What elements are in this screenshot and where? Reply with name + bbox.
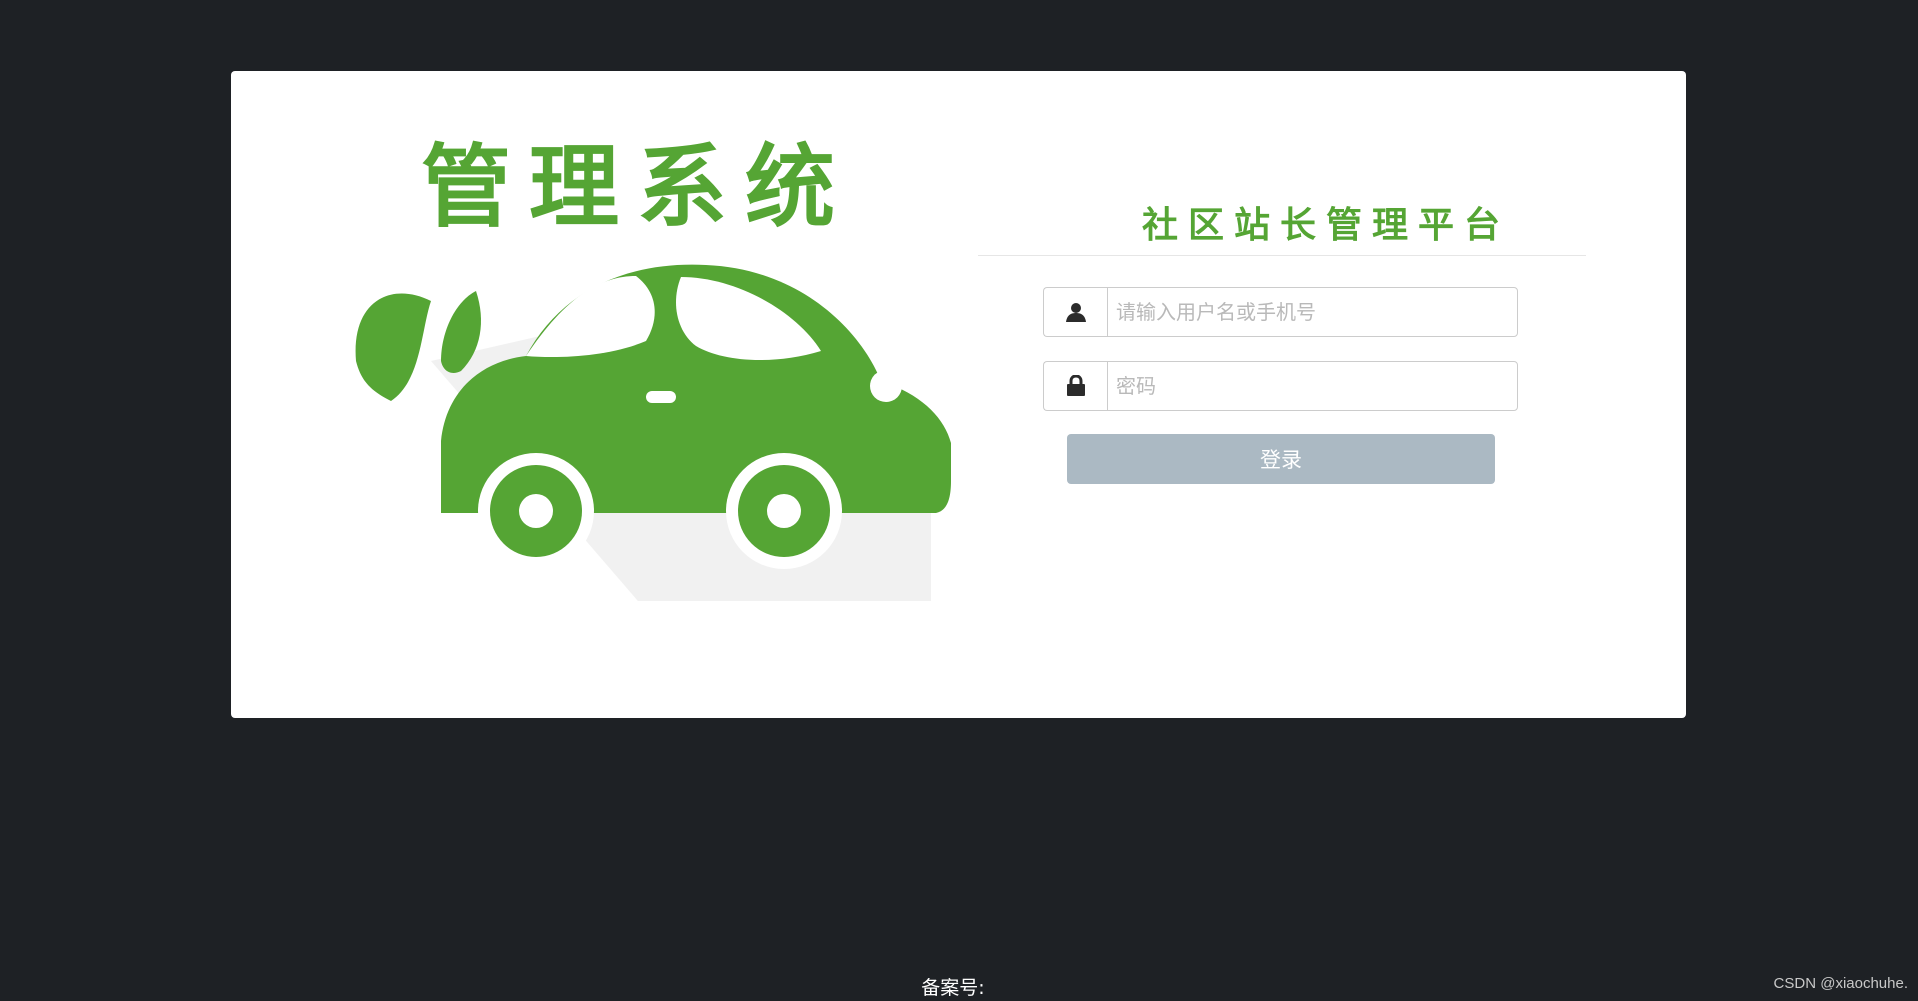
page: 管理系统 社区站长管理平台 请输入用户名或手机号 登录 备案号: CSDN @x…	[0, 0, 1918, 1001]
car-headlight	[870, 370, 902, 402]
car-wheel-rear-hub	[519, 494, 553, 528]
logo-title: 管理系统	[421, 135, 853, 240]
username-input-group	[1043, 287, 1518, 337]
username-input[interactable]	[1107, 287, 1518, 337]
login-button[interactable]: 登录	[1067, 434, 1495, 484]
login-card: 管理系统 社区站长管理平台 请输入用户名或手机号 登录	[231, 71, 1686, 718]
user-icon	[1043, 287, 1107, 337]
leaf-left	[355, 293, 431, 401]
car-wheel-front-hub	[767, 494, 801, 528]
platform-title: 社区站长管理平台	[1141, 205, 1510, 246]
password-input[interactable]	[1107, 361, 1518, 411]
password-input-group	[1043, 361, 1518, 411]
watermark: CSDN @xiaochuhe.	[1773, 975, 1908, 992]
title-divider	[978, 255, 1586, 256]
green-car-logo	[355, 264, 951, 601]
car-door-handle	[646, 391, 676, 403]
footer-record-label: 备案号:	[921, 977, 985, 999]
lock-icon	[1043, 361, 1107, 411]
car-window-left	[526, 276, 655, 358]
